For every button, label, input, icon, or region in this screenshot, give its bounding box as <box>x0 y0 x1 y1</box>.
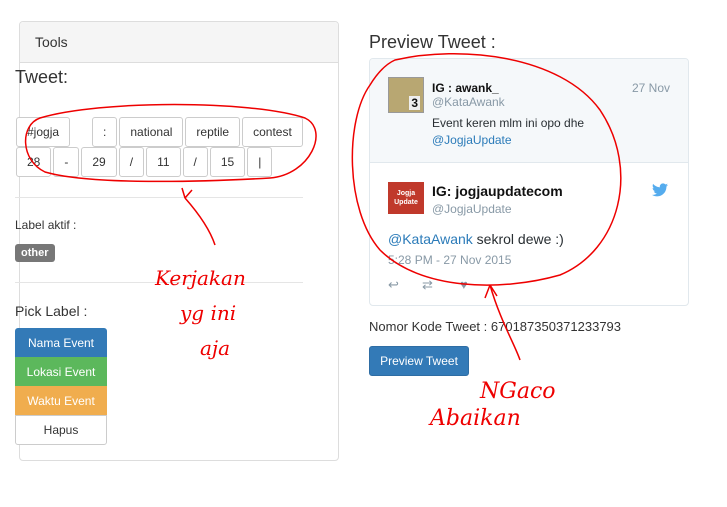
tweet-author-handle: @JogjaUpdate <box>432 202 512 216</box>
retweet-icon[interactable]: ⇄ <box>422 277 433 293</box>
quoted-text: Event keren mlm ini opo dhe <box>432 116 585 130</box>
chip-row-1: #jogja : national reptile contest <box>16 117 305 147</box>
hapus-button[interactable]: Hapus <box>15 415 107 445</box>
quoted-author-handle: @KataAwank <box>432 95 505 109</box>
word-chip[interactable]: | <box>247 147 273 177</box>
word-chip[interactable]: / <box>118 147 145 177</box>
label-aktif-heading: Label aktif : <box>15 218 77 232</box>
lokasi-event-button[interactable]: Lokasi Event <box>15 357 107 386</box>
nama-event-button[interactable]: Nama Event <box>15 328 107 357</box>
tweet-mention-link[interactable]: @KataAwank <box>388 231 473 247</box>
word-chip[interactable]: - <box>53 147 80 177</box>
tweet-timestamp[interactable]: 5:28 PM - 27 Nov 2015 <box>388 253 511 267</box>
active-label-badge[interactable]: other <box>15 244 55 262</box>
annotation-text: Abaikan <box>428 406 521 431</box>
annotation-text: NGaco <box>479 379 556 404</box>
tweet-text: @KataAwank sekrol dewe :) <box>388 231 564 247</box>
tweet-preview-card: 3 IG : awank_ @KataAwank 27 Nov Event ke… <box>369 58 689 306</box>
preview-tweet-button[interactable]: Preview Tweet <box>369 346 469 376</box>
divider <box>15 282 303 283</box>
word-chip[interactable]: : <box>92 117 118 147</box>
word-chip[interactable]: #jogja <box>16 117 71 147</box>
word-chip[interactable]: / <box>182 147 208 177</box>
pick-label-heading: Pick Label : <box>15 303 88 319</box>
tweet-author-name[interactable]: IG: jogjaupdatecom <box>432 183 563 199</box>
chip-row-2: 28 - 29 / 11 / 15 | <box>16 147 274 177</box>
quoted-tweet[interactable]: 3 IG : awank_ @KataAwank 27 Nov Event ke… <box>370 59 688 163</box>
tweet-label: Tweet: <box>15 67 69 87</box>
avatar-number: 3 <box>409 96 420 110</box>
word-chip[interactable]: 28 <box>16 147 52 177</box>
word-chip[interactable]: reptile <box>185 117 241 147</box>
like-icon[interactable]: ♥ <box>460 277 468 292</box>
tweet-code: Nomor Kode Tweet : 670187350371233793 <box>369 319 622 334</box>
reply-icon[interactable]: ↩ <box>388 277 399 293</box>
word-chip[interactable]: contest <box>242 117 303 147</box>
word-chip[interactable]: 11 <box>146 147 181 177</box>
waktu-event-button[interactable]: Waktu Event <box>15 386 107 415</box>
tweet-body: sekrol dewe :) <box>472 231 564 247</box>
quoted-date: 27 Nov <box>631 81 670 95</box>
preview-title: Preview Tweet : <box>369 32 496 52</box>
word-chip[interactable]: 15 <box>209 147 246 177</box>
twitter-bird-icon[interactable] <box>652 183 668 197</box>
avatar: 3 <box>388 77 424 113</box>
avatar: Jogja Update <box>388 182 424 214</box>
word-chip[interactable]: national <box>119 117 184 147</box>
divider <box>15 197 303 198</box>
quoted-mention-link[interactable]: @JogjaUpdate <box>432 133 512 147</box>
quoted-author-name: IG : awank_ <box>432 81 499 95</box>
word-chip[interactable]: 29 <box>81 147 117 177</box>
tools-header: Tools <box>20 22 338 63</box>
